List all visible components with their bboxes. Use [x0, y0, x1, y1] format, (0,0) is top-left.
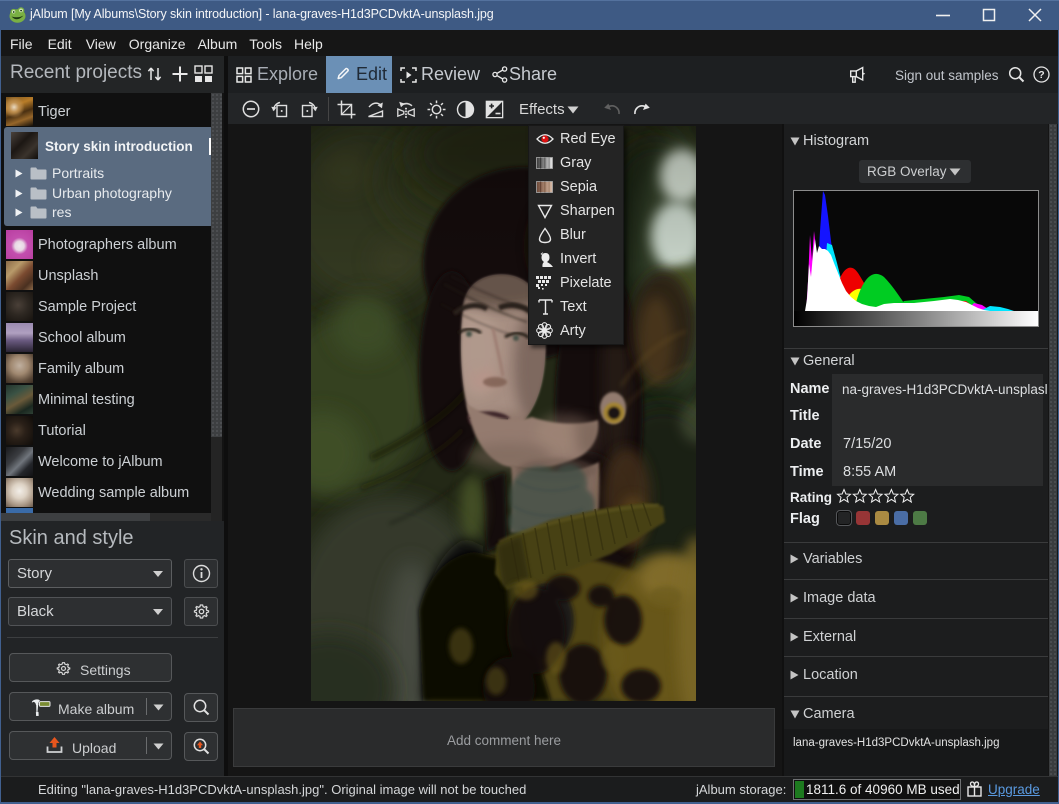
svg-text:?: ? [1038, 69, 1044, 81]
